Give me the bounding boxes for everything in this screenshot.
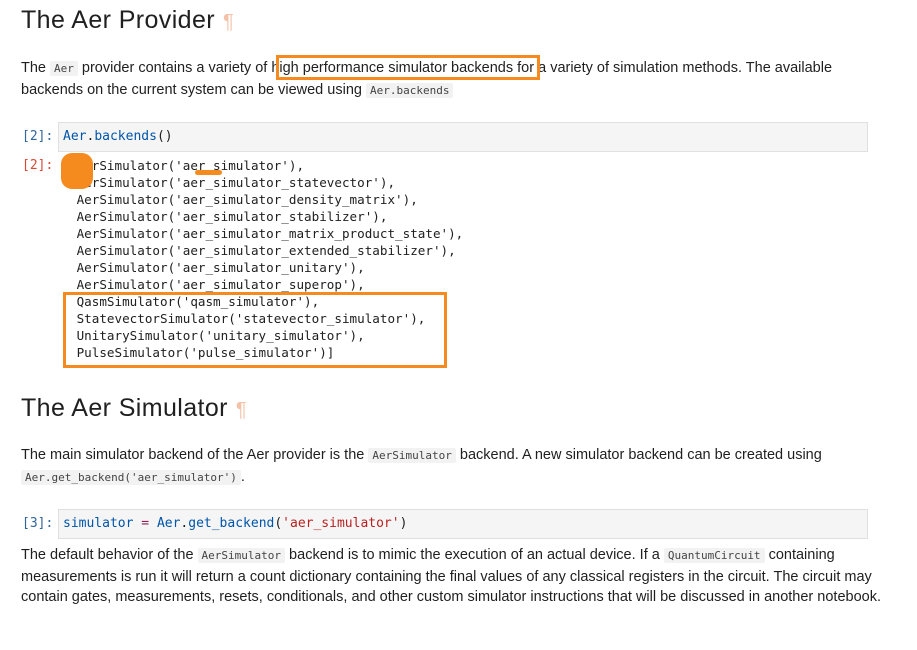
output-prompt-2: [2]: <box>22 158 54 173</box>
inline-code-aersimulator: AerSimulator <box>368 448 456 463</box>
output-line: AerSimulator('aer_simulator_density_matr… <box>69 192 418 207</box>
output-line: AerSimulator('aer_simulator_unitary'), <box>69 260 365 275</box>
code-input-cell-2[interactable]: Aer.backends() <box>58 122 868 152</box>
inline-code-aersimulator: AerSimulator <box>197 548 286 563</box>
input-prompt-2: [2]: <box>22 129 54 144</box>
heading-text: The Aer Provider <box>21 6 215 34</box>
section-heading-aer-simulator: The Aer Simulator ¶ <box>21 394 247 423</box>
default-behavior-description: The default behavior of the AerSimulator… <box>21 547 881 605</box>
output-line: AerSimulator('aer_simulator_superop'), <box>69 277 365 292</box>
output-line: AerSimulator('aer_simulator_extended_sta… <box>69 243 456 258</box>
output-line: AerSimulator('aer_simulator_statevector'… <box>69 175 396 190</box>
section-heading-aer-provider: The Aer Provider ¶ <box>21 6 234 35</box>
annotation-box-legacy-simulators <box>63 292 447 368</box>
anchor-link-icon[interactable]: ¶ <box>223 11 234 33</box>
output-line: [AerSimulator('aer_simulator'), <box>69 158 305 173</box>
input-prompt-3: [3]: <box>22 516 54 531</box>
annotation-mark-bracket <box>61 153 93 189</box>
code-input-cell-3[interactable]: simulator = Aer.get_backend('aer_simulat… <box>58 509 868 539</box>
notebook-page: The Aer Provider ¶ The Aer provider conta… <box>0 0 917 650</box>
annotation-box-highlight <box>276 55 540 80</box>
output-line: AerSimulator('aer_simulator_matrix_produ… <box>69 226 464 241</box>
annotation-mark-dash <box>195 170 222 175</box>
inline-code-aer-backends: Aer.backends <box>365 82 454 98</box>
simulator-description: The main simulator backend of the Aer pr… <box>21 447 822 485</box>
inline-code-quantumcircuit: QuantumCircuit <box>663 548 765 563</box>
anchor-link-icon[interactable]: ¶ <box>236 399 247 421</box>
inline-code-aer: Aer <box>50 61 78 76</box>
heading-text: The Aer Simulator <box>21 394 228 422</box>
inline-code-get-backend: Aer.get_backend('aer_simulator') <box>21 469 241 485</box>
output-line: AerSimulator('aer_simulator_stabilizer')… <box>69 209 388 224</box>
